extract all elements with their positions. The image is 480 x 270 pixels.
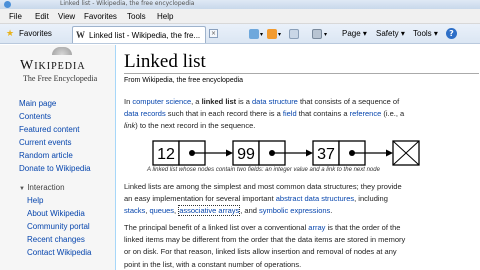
sidebar: Wikipedia The Free Encyclopedia Main pag…	[0, 45, 115, 270]
link-queues[interactable]: queues	[149, 206, 174, 215]
sidebar-item-main-page[interactable]: Main page	[19, 99, 56, 108]
home-dropdown-icon[interactable]: ▾	[260, 31, 263, 38]
node-value: 12	[157, 146, 175, 163]
interaction-label: Interaction	[27, 183, 65, 192]
linked-list-diagram: 12 99 37	[152, 140, 420, 166]
bold-term: linked list	[201, 97, 237, 106]
menu-favorites[interactable]: Favorites	[84, 12, 117, 21]
link-data-records[interactable]: data records	[124, 109, 166, 118]
menu-edit[interactable]: Edit	[35, 12, 49, 21]
text-line: point in the list, with a constant numbe…	[124, 259, 302, 269]
sidebar-item-donate[interactable]: Donate to Wikipedia	[19, 164, 91, 173]
ie-icon	[4, 1, 11, 8]
star-icon: ★	[6, 28, 15, 38]
print-dropdown-icon[interactable]: ▾	[324, 31, 327, 38]
interaction-heading[interactable]: ▼ Interaction	[19, 183, 65, 192]
feeds-dropdown-icon[interactable]: ▾	[278, 31, 281, 38]
sidebar-item-current-events[interactable]: Current events	[19, 138, 71, 147]
favorites-label: Favorites	[19, 29, 52, 38]
intro-paragraph: In computer science, a linked list is a …	[124, 96, 404, 133]
text-line: an easy implementation for several impor…	[124, 194, 388, 204]
page-title: Linked list	[124, 51, 206, 72]
link-stacks[interactable]: stacks	[124, 206, 145, 215]
text-line: The principal benefit of a linked list o…	[124, 223, 401, 232]
link-symbolic-expressions[interactable]: symbolic expressions	[259, 206, 330, 215]
new-tab-icon[interactable]: ×	[209, 29, 218, 38]
window-titlebar: Linked list - Wikipedia, the free encycl…	[0, 0, 480, 9]
wikipedia-favicon-icon: W	[76, 30, 85, 40]
link-data-structure[interactable]: data structure	[252, 97, 298, 106]
second-paragraph: Linked lists are among the simplest and …	[124, 181, 402, 218]
sidebar-item-community-portal[interactable]: Community portal	[27, 222, 90, 231]
sidebar-item-contents[interactable]: Contents	[19, 112, 51, 121]
text-line: Linked lists are among the simplest and …	[124, 182, 402, 191]
text-line: link) to the next record in the sequence…	[124, 121, 256, 131]
safety-menu[interactable]: Safety ▾	[376, 29, 405, 38]
text-line: or on disk. For that reason, linked list…	[124, 247, 397, 257]
menu-view[interactable]: View	[58, 12, 75, 21]
sidebar-item-about[interactable]: About Wikipedia	[27, 209, 85, 218]
third-paragraph: The principal benefit of a linked list o…	[124, 222, 405, 270]
help-icon[interactable]: ?	[446, 28, 457, 39]
text-line: In computer science, a linked list is a …	[124, 97, 400, 106]
node-value: 37	[317, 146, 335, 163]
sidebar-item-featured-content[interactable]: Featured content	[19, 125, 79, 134]
feeds-icon[interactable]	[267, 29, 277, 39]
tools-menu[interactable]: Tools ▾	[413, 29, 438, 38]
diagram-caption: A linked list whose nodes contain two fi…	[147, 167, 380, 173]
sidebar-item-random-article[interactable]: Random article	[19, 151, 73, 160]
logo-tagline: The Free Encyclopedia	[23, 74, 98, 83]
menu-bar: File Edit View Favorites Tools Help	[0, 9, 480, 24]
from-wikipedia: From Wikipedia, the free encyclopedia	[124, 77, 244, 84]
sidebar-item-help[interactable]: Help	[27, 196, 43, 205]
sidebar-item-recent-changes[interactable]: Recent changes	[27, 235, 85, 244]
collapse-triangle-icon: ▼	[19, 186, 25, 192]
link-associative-arrays[interactable]: associative arrays	[178, 205, 241, 217]
mail-icon[interactable]	[289, 29, 299, 39]
link-computer-science[interactable]: computer science	[132, 97, 191, 106]
link-reference[interactable]: reference	[350, 109, 382, 118]
menu-tools[interactable]: Tools	[127, 12, 146, 21]
sidebar-item-contact[interactable]: Contact Wikipedia	[27, 248, 91, 257]
favorites-button[interactable]: ★ Favorites	[4, 27, 66, 41]
article-content: Linked list From Wikipedia, the free enc…	[115, 45, 480, 270]
logo-wordmark[interactable]: Wikipedia	[20, 58, 86, 74]
null-terminator	[392, 140, 420, 166]
print-icon[interactable]	[312, 29, 322, 39]
menu-file[interactable]: File	[9, 12, 22, 21]
page-menu[interactable]: Page ▾	[342, 29, 367, 38]
link-abstract-data-structures[interactable]: abstract data structures	[276, 194, 354, 203]
link-field[interactable]: field	[283, 109, 297, 118]
home-icon[interactable]	[249, 29, 259, 39]
tab-title: Linked list - Wikipedia, the fre...	[89, 31, 201, 40]
favorites-bar: ★ Favorites W Linked list - Wikipedia, t…	[0, 24, 480, 44]
text-line: data records such that in each record th…	[124, 109, 405, 119]
text-line: stacks, queues, associative arrays, and …	[124, 205, 333, 217]
browser-tab[interactable]: W Linked list - Wikipedia, the fre...	[72, 26, 206, 43]
italic-link: link	[124, 121, 136, 131]
text-line: linked items may be different from the o…	[124, 235, 406, 245]
link-array[interactable]: array	[308, 223, 325, 232]
node-value: 99	[237, 146, 255, 163]
window-title: Linked list - Wikipedia, the free encycl…	[60, 0, 195, 7]
title-divider	[124, 73, 479, 74]
wikipedia-globe-logo[interactable]	[52, 47, 72, 55]
menu-help[interactable]: Help	[157, 12, 173, 21]
